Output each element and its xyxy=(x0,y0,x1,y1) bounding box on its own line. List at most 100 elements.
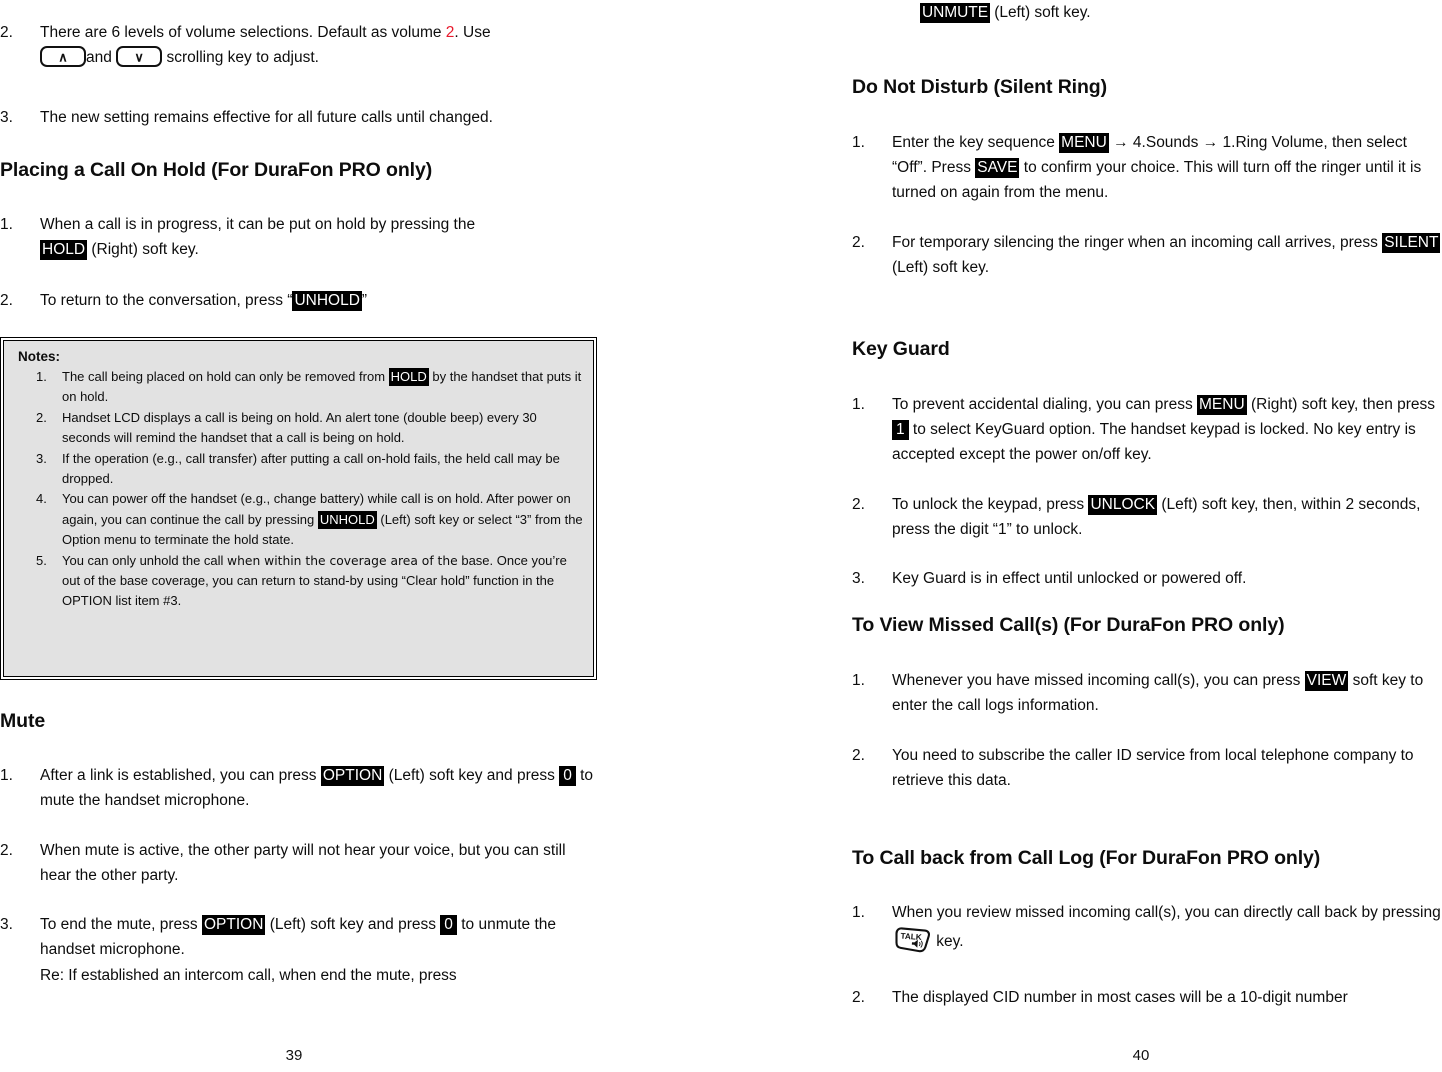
text-run: You can only unhold the call xyxy=(62,552,228,568)
page-number-right: 40 xyxy=(1132,1047,1150,1064)
list-item: 1. Whenever you have missed incoming cal… xyxy=(852,668,1442,718)
text-run: When a call is in progress, it can be pu… xyxy=(40,216,476,233)
svg-text:TALK: TALK xyxy=(900,932,922,942)
list-text: To return to the conversation, press “UN… xyxy=(40,288,600,313)
text-run: To unlock the keypad, press xyxy=(892,496,1089,513)
list-number: 1. xyxy=(852,396,865,413)
text-run: scrolling key to adjust. xyxy=(162,49,319,66)
list-number: 2. xyxy=(0,842,13,859)
text-run: (Right) soft key, then press xyxy=(1246,396,1436,413)
notes-text: You can only unhold the call when within… xyxy=(62,551,585,612)
text-run: (Right) soft key. xyxy=(87,241,199,258)
notes-text: You can power off the handset (e.g., cha… xyxy=(62,489,585,550)
notes-number: 1. xyxy=(36,369,47,384)
notes-number: 5. xyxy=(36,552,47,568)
page-number-left: 39 xyxy=(285,1047,303,1064)
list-text: When mute is active, the other party wil… xyxy=(40,842,566,884)
notes-box: Notes: 1. The call being placed on hold … xyxy=(0,337,597,680)
list-text: Enter the key sequence MENU → 4.Sounds →… xyxy=(892,130,1442,205)
text-run: to select KeyGuard option. The handset k… xyxy=(892,421,1416,463)
list-text: After a link is established, you can pre… xyxy=(40,763,600,813)
softkey-unmute-label: UNMUTE xyxy=(920,3,990,23)
list-item: 2. For temporary silencing the ringer wh… xyxy=(852,230,1442,280)
list-number: 2. xyxy=(852,234,865,251)
section-heading-call-back-from-call-log: To Call back from Call Log (For DuraFon … xyxy=(852,847,1321,869)
text-run: (Left) soft key and press xyxy=(384,767,560,784)
list-item: 1. When you review missed incoming call(… xyxy=(852,900,1442,955)
notes-text: If the operation (e.g., call transfer) a… xyxy=(62,450,560,487)
list-item: 2. The displayed CID number in most case… xyxy=(852,985,1442,1010)
list-number: 2. xyxy=(852,989,865,1006)
list-item: 2. There are 6 levels of volume selectio… xyxy=(0,20,600,70)
talk-key-icon: TALK xyxy=(892,925,932,955)
list-text: The new setting remains effective for al… xyxy=(40,109,493,126)
list-item: 3. To end the mute, press OPTION (Left) … xyxy=(0,912,600,962)
section-heading-mute: Mute xyxy=(0,710,46,732)
notes-number: 2. xyxy=(36,409,47,425)
list-item: 2. You need to subscribe the caller ID s… xyxy=(852,743,1442,793)
text-run: (Left) soft key. xyxy=(892,259,990,276)
notes-list-item: 3. If the operation (e.g., call transfer… xyxy=(18,449,585,490)
text-run: . Use xyxy=(454,24,491,41)
notes-number: 4. xyxy=(36,491,47,507)
list-text: When you review missed incoming call(s),… xyxy=(892,900,1442,955)
chevron-up-icon: ∧ xyxy=(58,49,68,64)
scroll-down-key-icon: ∨ xyxy=(116,46,163,67)
list-number: 3. xyxy=(0,916,13,933)
page-right: UNMUTE (Left) soft key. Do Not Disturb (… xyxy=(840,0,1442,1072)
list-number: 1. xyxy=(0,767,13,784)
softkey-hold-label: HOLD xyxy=(40,240,88,260)
list-item: 1. Enter the key sequence MENU → 4.Sound… xyxy=(852,130,1442,205)
list-text: To prevent accidental dialing, you can p… xyxy=(892,392,1442,467)
keypad-zero-label: 0 xyxy=(559,766,576,786)
list-text: Key Guard is in effect until unlocked or… xyxy=(892,570,1247,587)
softkey-unlock-label: UNLOCK xyxy=(1088,495,1158,515)
notes-list-item: 2. Handset LCD displays a call is being … xyxy=(18,408,585,449)
list-number: 2. xyxy=(0,24,13,41)
chevron-down-icon: ∨ xyxy=(134,49,144,64)
softkey-silent-label: SILENT xyxy=(1382,233,1441,253)
softkey-menu-label: MENU xyxy=(1059,133,1109,153)
list-number: 2. xyxy=(852,747,865,764)
keypad-zero-label: 0 xyxy=(440,915,457,935)
softkey-option-label: OPTION xyxy=(320,766,385,786)
text-run: The call being placed on hold can only b… xyxy=(62,369,389,384)
list-text: To unlock the keypad, press UNLOCK (Left… xyxy=(892,492,1442,542)
softkey-menu-label: MENU xyxy=(1197,395,1247,415)
notes-list-item: 5. You can only unhold the call when wit… xyxy=(18,551,585,612)
list-text: For temporary silencing the ringer when … xyxy=(892,230,1442,280)
section-heading-view-missed-calls: To View Missed Call(s) (For DuraFon PRO … xyxy=(852,614,1285,636)
scroll-up-key-icon: ∧ xyxy=(40,46,86,67)
text-run: (Left) soft key and press xyxy=(265,916,441,933)
list-item: 2. To return to the conversation, press … xyxy=(0,288,600,313)
section-heading-placing-call-on-hold: Placing a Call On Hold (For DuraFon PRO … xyxy=(0,159,433,181)
softkey-option-label: OPTION xyxy=(201,915,266,935)
list-text: To end the mute, press OPTION (Left) sof… xyxy=(40,912,600,962)
notes-text: The call being placed on hold can only b… xyxy=(62,367,585,408)
list-number: 1. xyxy=(0,216,13,233)
list-text: Whenever you have missed incoming call(s… xyxy=(892,668,1442,718)
list-number: 3. xyxy=(0,109,13,126)
list-number: 1. xyxy=(852,672,865,689)
text-run: For temporary silencing the ringer when … xyxy=(892,234,1383,251)
list-number: 2. xyxy=(0,292,13,309)
notes-list-item: 4. You can power off the handset (e.g., … xyxy=(18,489,585,550)
notes-title: Notes: xyxy=(18,349,61,364)
softkey-hold-label: HOLD xyxy=(388,368,429,386)
list-text: There are 6 levels of volume selections.… xyxy=(40,20,600,70)
list-number: 3. xyxy=(852,570,865,587)
softkey-unhold-label: UNHOLD xyxy=(292,291,362,311)
list-item: 1. After a link is established, you can … xyxy=(0,763,600,813)
list-text: The displayed CID number in most cases w… xyxy=(892,989,1348,1006)
text-run: To end the mute, press xyxy=(40,916,202,933)
mute-remark: Re: If established an intercom call, whe… xyxy=(40,967,457,984)
keypad-one-label: 1 xyxy=(892,420,909,440)
list-text: You need to subscribe the caller ID serv… xyxy=(892,747,1414,789)
notes-list-item: 1. The call being placed on hold can onl… xyxy=(18,367,585,408)
list-item: 3. The new setting remains effective for… xyxy=(0,105,600,130)
list-number: 2. xyxy=(852,496,865,513)
softkey-view-label: VIEW xyxy=(1304,671,1349,691)
text-run: key. xyxy=(932,933,964,950)
list-item: 3. Key Guard is in effect until unlocked… xyxy=(852,566,1442,591)
softkey-save-label: SAVE xyxy=(975,158,1020,178)
